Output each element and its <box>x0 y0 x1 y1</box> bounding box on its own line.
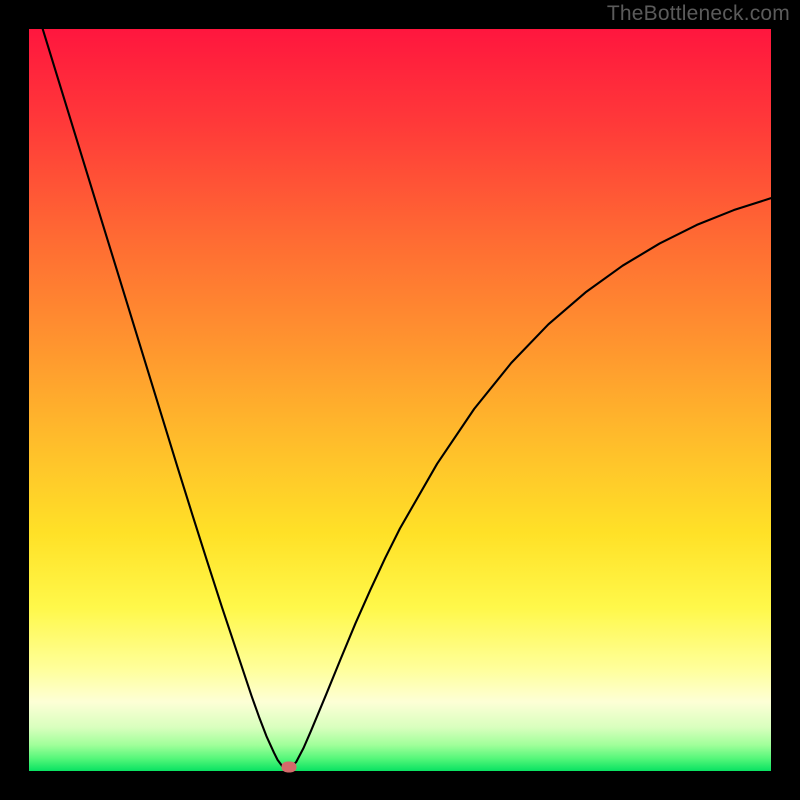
optimum-marker <box>281 762 296 773</box>
plot-area <box>29 29 771 771</box>
chart-svg <box>29 29 771 771</box>
chart-frame: TheBottleneck.com <box>0 0 800 800</box>
watermark-text: TheBottleneck.com <box>607 2 790 26</box>
gradient-background <box>29 29 771 771</box>
